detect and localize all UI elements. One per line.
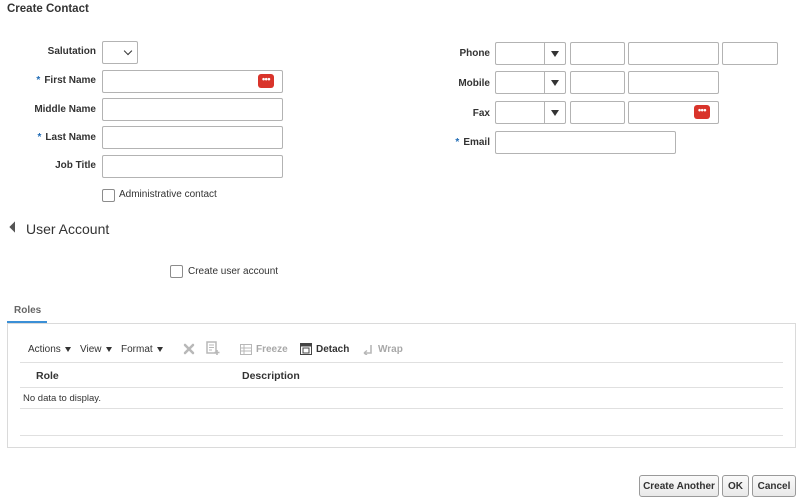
fax-country-select[interactable] <box>495 101 566 124</box>
wrap-button[interactable]: Wrap <box>363 344 403 355</box>
mobile-area-input[interactable] <box>570 71 625 94</box>
phone-area-input[interactable] <box>570 42 625 65</box>
email-label: * Email <box>455 137 490 148</box>
create-another-button[interactable]: Create Another <box>639 475 719 497</box>
add-row-icon[interactable] <box>206 341 220 359</box>
dropdown-arrow-icon <box>551 109 559 116</box>
first-name-input[interactable]: ••• <box>102 70 283 93</box>
page-title: Create Contact <box>7 3 89 15</box>
dropdown-arrow-icon <box>156 347 163 352</box>
column-header-role[interactable]: Role <box>36 370 59 382</box>
fax-number-input[interactable]: ••• <box>628 101 719 124</box>
delete-icon[interactable] <box>183 343 195 358</box>
dropdown-arrow-icon <box>64 347 71 352</box>
user-account-section-title[interactable]: User Account <box>26 221 109 237</box>
table-divider <box>20 362 783 363</box>
table-divider <box>20 435 783 436</box>
mobile-number-input[interactable] <box>628 71 719 94</box>
required-marker: * <box>37 132 42 143</box>
phone-country-select[interactable] <box>495 42 566 65</box>
actions-menu[interactable]: Actions <box>28 344 71 355</box>
admin-contact-label: Administrative contact <box>119 189 217 200</box>
required-marker: * <box>455 137 460 148</box>
phone-label: Phone <box>459 48 490 59</box>
mobile-country-select[interactable] <box>495 71 566 94</box>
column-header-description[interactable]: Description <box>242 370 300 382</box>
wrap-icon <box>363 345 372 355</box>
middle-name-input[interactable] <box>102 98 283 121</box>
roles-table-panel <box>7 323 796 448</box>
ok-button[interactable]: OK <box>722 475 749 497</box>
format-menu[interactable]: Format <box>121 344 163 355</box>
admin-contact-checkbox[interactable] <box>102 189 115 202</box>
detach-button[interactable]: Detach <box>300 343 349 355</box>
empty-table-message: No data to display. <box>23 393 101 404</box>
fax-label: Fax <box>472 108 490 119</box>
freeze-button[interactable]: Freeze <box>240 344 288 355</box>
middle-name-label: Middle Name <box>34 104 96 115</box>
dropdown-arrow-icon <box>551 50 559 57</box>
collapse-triangle-icon[interactable] <box>9 221 21 233</box>
dropdown-arrow-icon <box>551 79 559 86</box>
phone-number-input[interactable] <box>628 42 719 65</box>
detach-icon <box>300 343 312 355</box>
freeze-icon <box>240 344 252 355</box>
email-input[interactable] <box>495 131 676 154</box>
required-marker: * <box>36 75 41 86</box>
cancel-button[interactable]: Cancel <box>752 475 796 497</box>
more-icon[interactable]: ••• <box>258 74 274 88</box>
create-user-account-label: Create user account <box>188 266 279 277</box>
more-icon[interactable]: ••• <box>694 105 710 119</box>
phone-extension-input[interactable] <box>722 42 778 65</box>
first-name-label: * First Name <box>36 75 96 86</box>
last-name-label: * Last Name <box>37 132 96 143</box>
dropdown-arrow-icon <box>105 347 112 352</box>
salutation-select[interactable] <box>102 41 138 64</box>
last-name-input[interactable] <box>102 126 283 149</box>
mobile-label: Mobile <box>458 78 490 89</box>
fax-area-input[interactable] <box>570 101 625 124</box>
job-title-input[interactable] <box>102 155 283 178</box>
job-title-label: Job Title <box>55 160 96 171</box>
table-divider <box>20 387 783 388</box>
table-divider <box>20 408 783 409</box>
chevron-down-icon <box>123 46 133 56</box>
view-menu[interactable]: View <box>80 344 112 355</box>
tab-roles[interactable]: Roles <box>14 305 41 316</box>
salutation-label: Salutation <box>47 46 96 57</box>
create-user-account-checkbox[interactable] <box>170 265 183 278</box>
